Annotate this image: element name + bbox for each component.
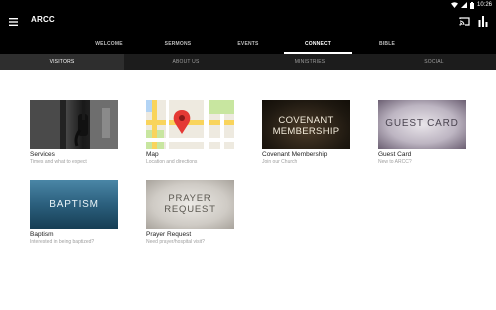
prayer-request-image: PRAYER REQUEST <box>146 180 234 229</box>
tab-events[interactable]: EVENTS <box>228 34 268 54</box>
hamburger-menu-icon[interactable] <box>9 17 19 27</box>
card-map[interactable]: Map Location and directions <box>146 100 234 165</box>
status-bar: 10:26 <box>0 0 496 10</box>
covenant-membership-image: COVENANT MEMBERSHIP <box>262 100 350 149</box>
image-text-line-2: MEMBERSHIP <box>272 126 340 137</box>
signal-icon <box>460 2 467 8</box>
image-text: GUEST CARD <box>385 118 459 129</box>
image-text-line-2: REQUEST <box>164 204 216 215</box>
card-subtitle: Join our Church <box>262 159 298 165</box>
card-title: Covenant Membership <box>262 151 328 158</box>
tab-bible[interactable]: BIBLE <box>370 34 404 54</box>
status-time: 10:26 <box>476 2 492 8</box>
card-covenant-membership[interactable]: COVENANT MEMBERSHIP Covenant Membership … <box>262 100 350 165</box>
tab-ministries[interactable]: MINISTRIES <box>248 54 372 70</box>
wifi-icon <box>450 2 458 8</box>
image-text-line-1: PRAYER <box>168 193 212 204</box>
tab-welcome[interactable]: WELCOME <box>88 34 130 54</box>
card-title: Map <box>146 151 159 158</box>
card-baptism[interactable]: BAPTISM Baptism Interested in being bapt… <box>30 180 118 245</box>
image-text: BAPTISM <box>49 199 99 210</box>
card-guest-card[interactable]: GUEST CARD Guest Card New to ARCC? <box>378 100 466 165</box>
app-bar: ARCC <box>0 10 496 34</box>
services-image <box>30 100 118 149</box>
card-subtitle: Need prayer/hospital visit? <box>146 239 205 245</box>
baptism-image: BAPTISM <box>30 180 118 229</box>
status-icons: 10:26 <box>450 1 492 9</box>
tab-sermons[interactable]: SERMONS <box>156 34 200 54</box>
card-title: Guest Card <box>378 151 412 158</box>
tab-about-us[interactable]: ABOUT US <box>124 54 248 70</box>
guest-card-image: GUEST CARD <box>378 100 466 149</box>
cast-icon[interactable] <box>459 17 470 26</box>
map-illustration <box>146 100 234 149</box>
image-text-line-1: COVENANT <box>278 115 334 126</box>
card-prayer-request[interactable]: PRAYER REQUEST Prayer Request Need praye… <box>146 180 234 245</box>
tab-connect[interactable]: CONNECT <box>284 34 352 54</box>
card-subtitle: Location and directions <box>146 159 198 165</box>
bar-chart-icon[interactable] <box>478 16 488 27</box>
door-handle-illustration <box>30 100 118 149</box>
primary-tab-bar: WELCOME SERMONS EVENTS CONNECT BIBLE <box>0 34 496 54</box>
tab-visitors[interactable]: VISITORS <box>0 54 124 70</box>
card-title: Prayer Request <box>146 231 192 238</box>
secondary-tab-bar: VISITORS ABOUT US MINISTRIES SOCIAL <box>0 54 496 70</box>
battery-icon <box>469 1 474 9</box>
card-subtitle: Times and what to expect <box>30 159 87 165</box>
card-subtitle: New to ARCC? <box>378 159 412 165</box>
map-image <box>146 100 234 149</box>
card-subtitle: Interested in being baptized? <box>30 239 95 245</box>
card-title: Services <box>30 151 55 158</box>
card-services[interactable]: Services Times and what to expect <box>30 100 118 165</box>
app-title: ARCC <box>31 15 55 24</box>
tab-social[interactable]: SOCIAL <box>372 54 496 70</box>
card-title: Baptism <box>30 231 54 238</box>
